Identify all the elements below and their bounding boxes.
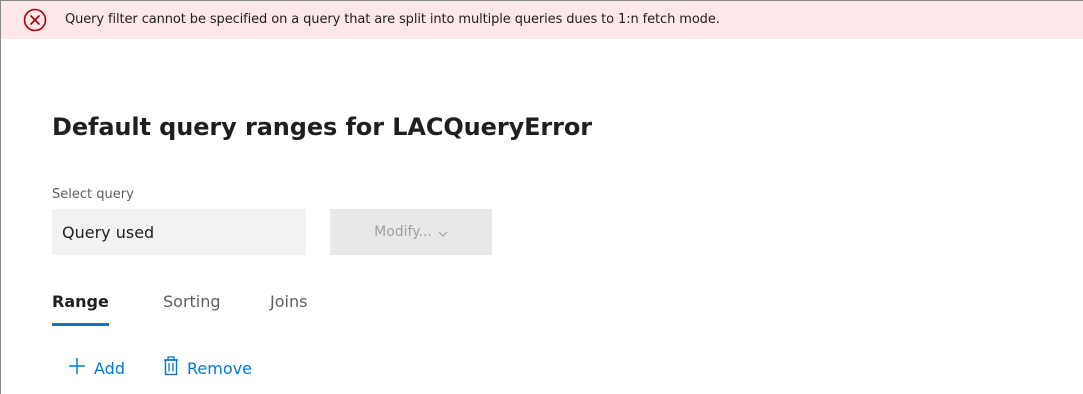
- chevron-down-icon: [438, 225, 448, 237]
- tab-sorting[interactable]: Sorting: [163, 290, 221, 314]
- remove-button[interactable]: Remove: [162, 355, 252, 381]
- error-message-text: Query filter cannot be specified on a qu…: [65, 12, 720, 27]
- tab-joins[interactable]: Joins: [270, 290, 307, 314]
- page-border: [0, 0, 1083, 394]
- remove-button-label: Remove: [187, 358, 252, 378]
- tab-range-label: Range: [52, 292, 109, 311]
- tab-sorting-label: Sorting: [163, 292, 221, 311]
- modify-button[interactable]: Modify...: [330, 209, 492, 255]
- query-select-field[interactable]: Query used: [52, 209, 306, 255]
- modify-button-label: Modify...: [374, 224, 432, 240]
- add-button-label: Add: [94, 358, 125, 378]
- trash-icon: [162, 356, 180, 380]
- select-query-label: Select query: [52, 187, 134, 202]
- page-title: Default query ranges for LACQueryError: [52, 113, 593, 141]
- add-button[interactable]: Add: [67, 355, 125, 381]
- tab-joins-label: Joins: [270, 292, 308, 311]
- tab-range[interactable]: Range: [52, 290, 109, 326]
- tab-range-selected-indicator: [52, 323, 109, 326]
- query-select-value: Query used: [62, 222, 155, 242]
- plus-icon: [67, 356, 87, 380]
- error-message-bar: Query filter cannot be specified on a qu…: [1, 1, 1083, 39]
- error-circle-icon: [23, 8, 47, 32]
